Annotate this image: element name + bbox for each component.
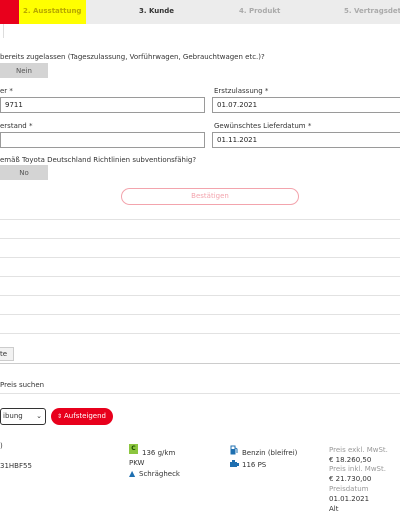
confirm-button[interactable]: Bestätigen bbox=[121, 188, 299, 205]
result-model-id: 31HBF55 bbox=[0, 462, 32, 470]
step-4-label: 4. Produkt bbox=[239, 7, 281, 15]
price-date-label: Preisdatum bbox=[329, 485, 369, 493]
fuel-pump-icon bbox=[230, 445, 238, 455]
divider bbox=[0, 276, 400, 277]
fuel-type: Benzin (bleifrei) bbox=[242, 449, 298, 457]
result-model-code: ) bbox=[0, 442, 3, 450]
chevron-down-icon: ⌄ bbox=[36, 412, 42, 420]
price-excl-value: € 18.260,50 bbox=[329, 456, 372, 464]
first-registration-input[interactable]: 01.07.2021 bbox=[212, 97, 400, 113]
field-left2-label: erstand * bbox=[0, 122, 33, 130]
price-search-link[interactable]: Preis suchen bbox=[0, 381, 44, 389]
sort-direction-button[interactable]: ⇕ Aufsteigend bbox=[51, 408, 113, 425]
sort-field-select[interactable]: ibung ⌄ bbox=[0, 408, 46, 425]
divider bbox=[0, 238, 400, 239]
efficiency-class-badge: C bbox=[129, 444, 138, 454]
field-left2-input[interactable] bbox=[0, 132, 205, 148]
price-date-value: 01.01.2021 bbox=[329, 495, 370, 503]
subsidy-question: emäß Toyota Deutschland Richtlinien subv… bbox=[0, 156, 197, 164]
registration-question: bereits zugelassen (Tageszulassung, Vorf… bbox=[0, 53, 265, 61]
field-left1-input[interactable]: 9711 bbox=[0, 97, 205, 113]
side-tab bbox=[0, 24, 4, 38]
step-3-label[interactable]: 3. Kunde bbox=[139, 7, 174, 15]
sort-arrows-icon: ⇕ bbox=[57, 413, 63, 420]
engine-icon bbox=[230, 460, 239, 467]
section-divider bbox=[0, 363, 400, 364]
field-left1-label: er * bbox=[0, 87, 13, 95]
divider bbox=[0, 333, 400, 334]
sort-field-value: ibung bbox=[3, 412, 23, 420]
delivery-date-input[interactable]: 01.11.2021 bbox=[212, 132, 400, 148]
car-icon: ▲ bbox=[129, 469, 136, 478]
first-registration-label: Erstzulassung * bbox=[214, 87, 269, 95]
price-excl-label: Preis exkl. MwSt. bbox=[329, 446, 388, 454]
no-button[interactable]: No bbox=[0, 165, 48, 180]
divider bbox=[0, 219, 400, 220]
co2-value: 136 g/km bbox=[142, 449, 176, 457]
step-5-label: 5. Vertragsdet bbox=[344, 7, 400, 15]
price-status: Alt bbox=[329, 505, 339, 513]
wizard-stepper: 2. Ausstattung 3. Kunde 4. Produkt 5. Ve… bbox=[0, 0, 400, 24]
divider bbox=[0, 257, 400, 258]
vehicle-type: PKW bbox=[129, 459, 145, 467]
price-incl-label: Preis inkl. MwSt. bbox=[329, 465, 386, 473]
section-header-label: te bbox=[0, 350, 8, 358]
delivery-date-label: Gewünschtes Lieferdatum * bbox=[214, 122, 312, 130]
engine-power: 116 PS bbox=[242, 461, 267, 469]
sort-direction-label: Aufsteigend bbox=[64, 412, 106, 420]
divider bbox=[0, 295, 400, 296]
price-incl-value: € 21.730,00 bbox=[329, 475, 372, 483]
body-type: Schrägheck bbox=[139, 470, 180, 478]
divider bbox=[0, 314, 400, 315]
step-2-label[interactable]: 2. Ausstattung bbox=[23, 7, 81, 15]
step-1-tab[interactable] bbox=[0, 0, 19, 24]
nein-button[interactable]: Nein bbox=[0, 63, 48, 78]
divider bbox=[0, 393, 400, 394]
